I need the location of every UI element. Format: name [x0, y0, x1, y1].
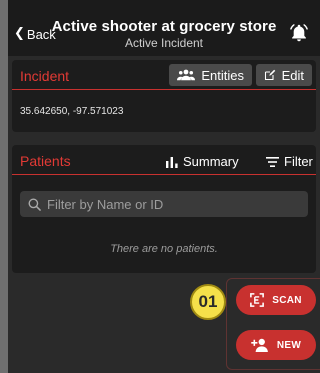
edit-icon	[264, 69, 275, 81]
summary-button[interactable]: Summary	[166, 154, 239, 169]
scan-label: SCAN	[272, 294, 302, 306]
incident-label: Incident	[20, 68, 70, 84]
bar-chart-icon	[166, 156, 178, 168]
edit-label: Edit	[281, 67, 304, 83]
patients-card: Patients Summary Filter Filter by Name o…	[12, 145, 316, 273]
empty-message: There are no patients.	[110, 243, 218, 255]
filter-button[interactable]: Filter	[266, 154, 313, 169]
incident-coordinates: 35.642650, -97.571023	[20, 106, 124, 117]
entities-label: Entities	[201, 67, 244, 83]
patients-label: Patients	[20, 153, 71, 169]
step-marker: 01	[190, 284, 226, 320]
filter-label: Filter	[284, 154, 313, 169]
incident-card: Incident Entities Edit 35.642650, -97.57…	[12, 60, 316, 132]
new-patient-button[interactable]: NEW	[236, 330, 316, 360]
incident-header: Incident Entities Edit	[12, 60, 316, 90]
filter-icon	[266, 156, 279, 167]
edit-button[interactable]: Edit	[255, 64, 312, 86]
people-icon	[177, 69, 196, 81]
entities-button[interactable]: Entities	[169, 64, 252, 86]
new-label: NEW	[276, 339, 302, 351]
bell-icon[interactable]	[288, 22, 310, 44]
page-subtitle: Active Incident	[124, 36, 204, 50]
patient-search[interactable]	[20, 191, 308, 217]
search-input[interactable]	[47, 196, 287, 212]
scan-icon	[250, 293, 265, 307]
add-person-icon	[251, 338, 268, 352]
patients-header: Patients Summary Filter	[12, 145, 316, 175]
search-icon	[28, 198, 41, 211]
app-screen: ❮ Back Active shooter at grocery store A…	[8, 0, 320, 373]
summary-label: Summary	[183, 154, 239, 169]
header: ❮ Back Active shooter at grocery store A…	[8, 0, 320, 56]
scan-button[interactable]: SCAN	[236, 285, 316, 315]
page-title: Active shooter at grocery store	[51, 18, 277, 35]
